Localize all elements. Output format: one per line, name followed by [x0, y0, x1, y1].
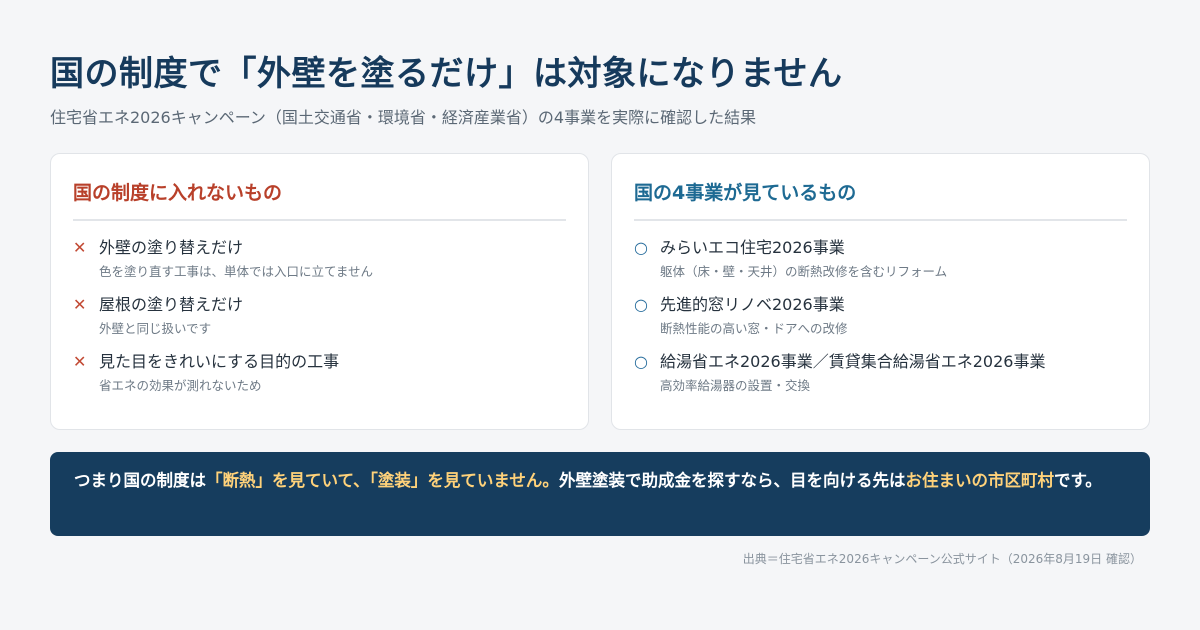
- list-item: ○ みらいエコ住宅2026事業 躯体（床・壁・天井）の断熱改修を含むリフォーム: [634, 237, 1127, 281]
- item-title: みらいエコ住宅2026事業: [660, 238, 845, 257]
- banner-text: です。: [1053, 471, 1102, 490]
- list-item: ✕ 屋根の塗り替えだけ 外壁と同じ扱いです: [73, 294, 566, 338]
- banner-text: つまり国の制度は: [74, 471, 206, 490]
- excluded-card: 国の制度に入れないもの ✕ 外壁の塗り替えだけ 色を塗り直す工事は、単体では入口…: [50, 153, 589, 430]
- circle-icon: ○: [634, 352, 648, 371]
- item-note: 色を塗り直す工事は、単体では入口に立てません: [99, 264, 374, 279]
- item-note: 外壁と同じ扱いです: [99, 321, 212, 336]
- list-item: ✕ 外壁の塗り替えだけ 色を塗り直す工事は、単体では入口に立てません: [73, 237, 566, 281]
- circle-icon: ○: [634, 295, 648, 314]
- cross-icon: ✕: [73, 295, 87, 314]
- list-item: ○ 給湯省エネ2026事業／賃貸集合給湯省エネ2026事業 高効率給湯器の設置・…: [634, 351, 1127, 395]
- eligible-card-title: 国の4事業が見ているもの: [634, 178, 1127, 221]
- page-title: 国の制度で「外壁を塗るだけ」は対象になりません: [50, 54, 843, 94]
- eligible-list: ○ みらいエコ住宅2026事業 躯体（床・壁・天井）の断熱改修を含むリフォーム …: [634, 237, 1127, 395]
- item-title: 給湯省エネ2026事業／賃貸集合給湯省エネ2026事業: [660, 352, 1046, 371]
- eligible-card: 国の4事業が見ているもの ○ みらいエコ住宅2026事業 躯体（床・壁・天井）の…: [611, 153, 1150, 430]
- banner-highlight: 「断熱」を見ていて、「塗装」を見ていません。: [206, 471, 559, 490]
- item-note: 躯体（床・壁・天井）の断熱改修を含むリフォーム: [660, 264, 948, 279]
- page-subtitle: 住宅省エネ2026キャンペーン（国土交通省・環境省・経済産業省）の4事業を実際に…: [50, 108, 757, 127]
- item-title: 外壁の塗り替えだけ: [99, 238, 244, 257]
- summary-banner: つまり国の制度は「断熱」を見ていて、「塗装」を見ていません。外壁塗装で助成金を探…: [50, 452, 1150, 536]
- excluded-list: ✕ 外壁の塗り替えだけ 色を塗り直す工事は、単体では入口に立てません ✕ 屋根の…: [73, 237, 566, 395]
- cross-icon: ✕: [73, 352, 87, 371]
- list-item: ○ 先進的窓リノベ2026事業 断熱性能の高い窓・ドアへの改修: [634, 294, 1127, 338]
- excluded-card-title: 国の制度に入れないもの: [73, 178, 566, 221]
- item-note: 断熱性能の高い窓・ドアへの改修: [660, 321, 848, 336]
- cross-icon: ✕: [73, 238, 87, 257]
- item-title: 屋根の塗り替えだけ: [99, 295, 244, 314]
- list-item: ✕ 見た目をきれいにする目的の工事 省エネの効果が測れないため: [73, 351, 566, 395]
- circle-icon: ○: [634, 238, 648, 257]
- banner-highlight: お住まいの市区町村: [905, 471, 1054, 490]
- item-note: 高効率給湯器の設置・交換: [660, 378, 811, 393]
- item-title: 先進的窓リノベ2026事業: [660, 295, 845, 314]
- source-note: 出典＝住宅省エネ2026キャンペーン公式サイト（2026年8月19日 確認）: [742, 552, 1142, 566]
- banner-text: 外壁塗装で助成金を探すなら、目を向ける先は: [558, 471, 906, 490]
- item-note: 省エネの効果が測れないため: [99, 378, 262, 393]
- item-title: 見た目をきれいにする目的の工事: [99, 352, 340, 371]
